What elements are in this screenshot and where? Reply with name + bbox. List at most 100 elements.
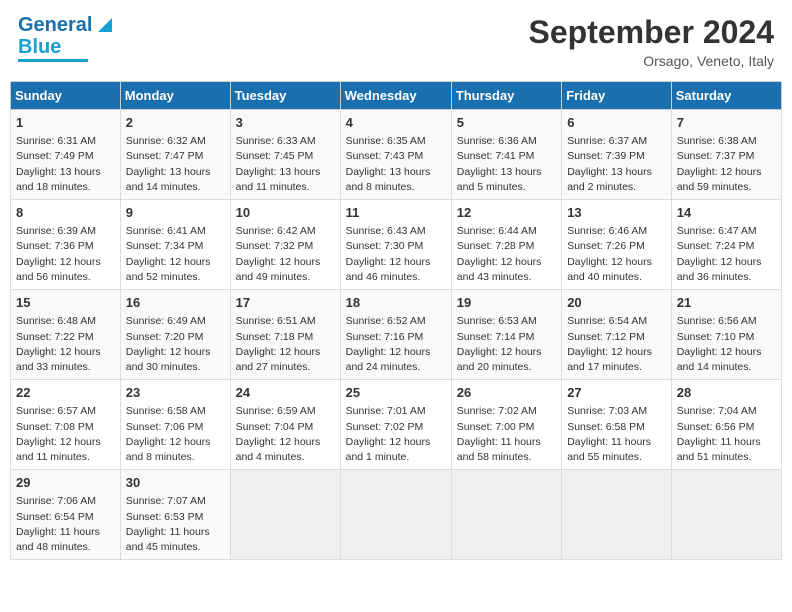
calendar-cell: 5Sunrise: 6:36 AMSunset: 7:41 PMDaylight… [451, 110, 561, 200]
sunset-text: Sunset: 7:16 PM [346, 331, 424, 343]
day-info: Sunrise: 6:59 AMSunset: 7:04 PMDaylight:… [236, 404, 335, 465]
day-info: Sunrise: 6:54 AMSunset: 7:12 PMDaylight:… [567, 314, 666, 375]
calendar-cell: 3Sunrise: 6:33 AMSunset: 7:45 PMDaylight… [230, 110, 340, 200]
day-number: 16 [126, 294, 225, 312]
day-number: 3 [236, 114, 335, 132]
calendar-cell: 17Sunrise: 6:51 AMSunset: 7:18 PMDayligh… [230, 290, 340, 380]
day-info: Sunrise: 6:56 AM Sunset: 7:10 PM Daylight:… [677, 314, 776, 375]
day-info: Sunrise: 6:36 AM Sunset: 7:41 PM Daylight:… [457, 134, 556, 195]
day-number: 26 [457, 384, 556, 402]
calendar-cell: 25Sunrise: 7:01 AMSunset: 7:02 PMDayligh… [340, 380, 451, 470]
sunset-text: Sunset: 7:36 PM [16, 240, 94, 252]
page-header: General Blue September 2024 Orsago, Vene… [10, 10, 782, 73]
day-info: Sunrise: 6:43 AMSunset: 7:30 PMDaylight:… [346, 224, 446, 285]
sunset-text: Sunset: 7:47 PM [126, 150, 204, 162]
daylight-text: Daylight: 12 hours and 24 minutes. [346, 346, 431, 373]
day-info: Sunrise: 6:38 AMSunset: 7:37 PMDaylight:… [677, 134, 776, 195]
sunset-text: Sunset: 6:58 PM [567, 421, 645, 433]
sunset-text: Sunset: 6:54 PM [16, 511, 94, 523]
sunrise-text: Sunrise: 6:46 AM [567, 225, 647, 237]
sunrise-text: Sunrise: 6:49 AM [126, 315, 206, 327]
daylight-text: Daylight: 12 hours and 17 minutes. [567, 346, 652, 373]
logo-underline [18, 59, 88, 62]
day-number: 25 [346, 384, 446, 402]
day-number: 29 [16, 474, 115, 492]
calendar-cell: 16Sunrise: 6:49 AMSunset: 7:20 PMDayligh… [120, 290, 230, 380]
daylight-text: Daylight: 11 hours and 55 minutes. [567, 436, 651, 463]
sunset-text: Sunset: 7:18 PM [236, 331, 314, 343]
daylight-text: Daylight: 12 hours and 33 minutes. [16, 346, 101, 373]
daylight-text: Daylight: 13 hours and 18 minutes. [16, 166, 101, 193]
sunrise-text: Sunrise: 6:38 AM [677, 135, 757, 147]
daylight-text: Daylight: 12 hours and 14 minutes. [677, 346, 762, 373]
sunrise-text: Sunrise: 6:39 AM [16, 225, 96, 237]
sunrise-text: Sunrise: 6:35 AM [346, 135, 426, 147]
day-info: Sunrise: 7:02 AMSunset: 7:00 PMDaylight:… [457, 404, 556, 465]
sunset-text: Sunset: 7:41 PM [457, 150, 535, 162]
sunrise-text: Sunrise: 6:47 AM [677, 225, 757, 237]
day-info: Sunrise: 7:06 AMSunset: 6:54 PMDaylight:… [16, 494, 115, 555]
day-info: Sunrise: 6:57 AMSunset: 7:08 PMDaylight:… [16, 404, 115, 465]
daylight-text: Daylight: 11 hours and 51 minutes. [677, 436, 761, 463]
calendar-cell: 7Sunrise: 6:38 AMSunset: 7:37 PMDaylight… [671, 110, 781, 200]
sunset-text: Sunset: 7:30 PM [346, 240, 424, 252]
sunset-text: Sunset: 7:10 PM [677, 331, 755, 343]
sunrise-text: Sunrise: 7:06 AM [16, 495, 96, 507]
col-tuesday: Tuesday [230, 82, 340, 110]
sunrise-text: Sunrise: 6:37 AM [567, 135, 647, 147]
calendar-cell: 28Sunrise: 7:04 AMSunset: 6:56 PMDayligh… [671, 380, 781, 470]
calendar-cell: 4 Sunrise: 6:35 AM Sunset: 7:43 PM Daylight… [340, 110, 451, 200]
day-number: 4 [346, 114, 446, 132]
calendar-cell: 8Sunrise: 6:39 AMSunset: 7:36 PMDaylight… [11, 200, 121, 290]
calendar-cell [451, 470, 561, 560]
calendar-cell: 10Sunrise: 6:42 AMSunset: 7:32 PMDayligh… [230, 200, 340, 290]
sunrise-text: Sunrise: 7:07 AM [126, 495, 206, 507]
col-thursday: Thursday [451, 82, 561, 110]
sunrise-text: Sunrise: 6:54 AM [567, 315, 647, 327]
daylight-text: Daylight: 13 hours and 5 minutes. [457, 166, 542, 193]
day-info: Sunrise: 6:39 AMSunset: 7:36 PMDaylight:… [16, 224, 115, 285]
calendar-cell: 1 Sunrise: 6:31 AMSunset: 7:49 PMDaylight… [11, 110, 121, 200]
day-info: Sunrise: 6:46 AMSunset: 7:26 PMDaylight:… [567, 224, 666, 285]
daylight-text: Daylight: 12 hours and 59 minutes. [677, 166, 762, 193]
day-info: Sunrise: 7:07 AMSunset: 6:53 PMDaylight:… [126, 494, 225, 555]
header-row: Sunday Monday Tuesday Wednesday Thursday… [11, 82, 782, 110]
sunset-text: Sunset: 7:43 PM [346, 150, 424, 162]
daylight-text: Daylight: 11 hours and 58 minutes. [457, 436, 541, 463]
day-info: Sunrise: 6:41 AMSunset: 7:34 PMDaylight:… [126, 224, 225, 285]
day-number: 1 [16, 114, 115, 132]
day-info: Sunrise: 6:31 AMSunset: 7:49 PMDaylight:… [16, 134, 115, 195]
logo-blue-text: Blue [18, 36, 61, 58]
daylight-text: Daylight: 12 hours and 40 minutes. [567, 256, 652, 283]
sunset-text: Sunset: 7:04 PM [236, 421, 314, 433]
col-wednesday: Wednesday [340, 82, 451, 110]
day-number: 24 [236, 384, 335, 402]
sunset-text: Sunset: 7:22 PM [16, 331, 94, 343]
logo-triangle-icon [94, 14, 116, 36]
calendar-cell [671, 470, 781, 560]
calendar-cell [230, 470, 340, 560]
sunrise-text: Sunrise: 6:51 AM [236, 315, 316, 327]
day-number: 21 [677, 294, 776, 312]
sunrise-text: Sunrise: 6:58 AM [126, 405, 206, 417]
sunrise-text: Sunrise: 6:36 AM [457, 135, 537, 147]
daylight-text: Daylight: 12 hours and 36 minutes. [677, 256, 762, 283]
day-info: Sunrise: 7:03 AMSunset: 6:58 PMDaylight:… [567, 404, 666, 465]
sunrise-text: Sunrise: 6:56 AM [677, 315, 757, 327]
calendar-cell: 9 Sunrise: 6:41 AMSunset: 7:34 PMDaylight… [120, 200, 230, 290]
calendar-cell: 30Sunrise: 7:07 AMSunset: 6:53 PMDayligh… [120, 470, 230, 560]
sunset-text: Sunset: 7:34 PM [126, 240, 204, 252]
calendar-week-3: 15Sunrise: 6:48 AMSunset: 7:22 PMDayligh… [11, 290, 782, 380]
day-number: 9 [126, 204, 225, 222]
daylight-text: Daylight: 12 hours and 4 minutes. [236, 436, 321, 463]
daylight-text: Daylight: 12 hours and 46 minutes. [346, 256, 431, 283]
daylight-text: Daylight: 13 hours and 8 minutes. [346, 166, 431, 193]
calendar-cell: 12Sunrise: 6:44 AMSunset: 7:28 PMDayligh… [451, 200, 561, 290]
day-number: 14 [677, 204, 776, 222]
calendar-cell [562, 470, 672, 560]
calendar-week-4: 22Sunrise: 6:57 AMSunset: 7:08 PMDayligh… [11, 380, 782, 470]
calendar-cell: 6Sunrise: 6:37 AMSunset: 7:39 PMDaylight… [562, 110, 672, 200]
day-info: Sunrise: 6:47 AM Sunset: 7:24 PM Daylight:… [677, 224, 776, 285]
sunset-text: Sunset: 7:24 PM [677, 240, 755, 252]
sunrise-text: Sunrise: 6:33 AM [236, 135, 316, 147]
